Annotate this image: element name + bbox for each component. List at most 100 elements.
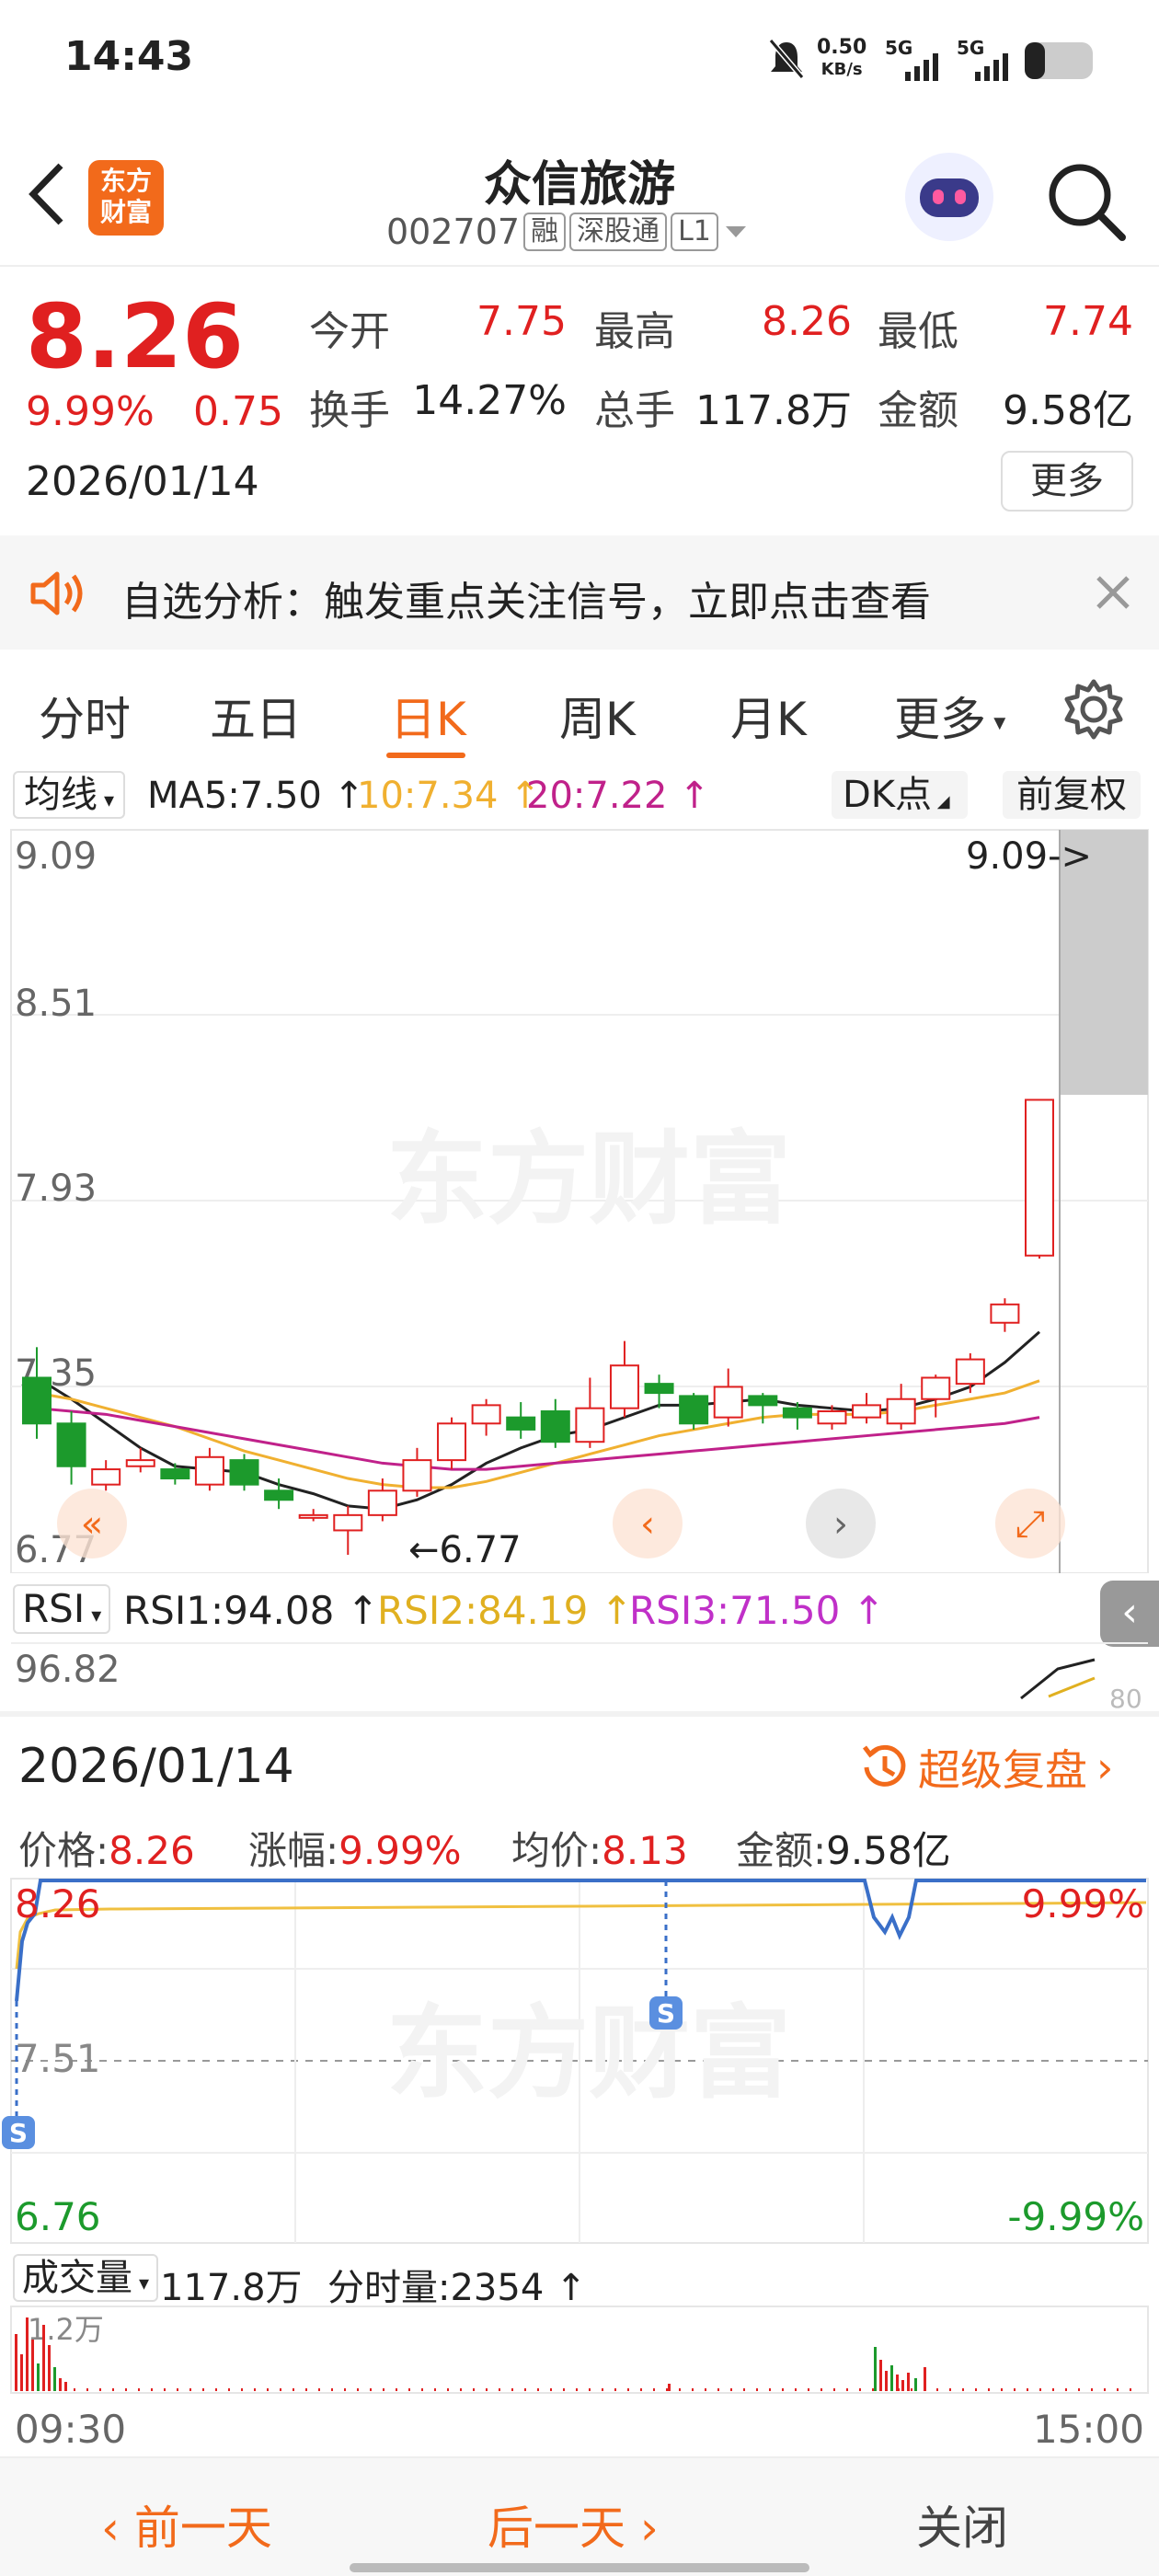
close-icon[interactable] [1095,574,1131,611]
home-indicator [350,2563,809,2572]
robot-assistant-icon[interactable] [905,153,993,241]
tab-weekly-k[interactable]: 周K [559,683,636,749]
rsi-lines: 80 [11,1642,1148,1711]
rsi-select[interactable]: RSI ▾ [13,1584,111,1634]
volume-tick-mark [1130,2388,1131,2391]
candle-body [644,1383,674,1395]
volume-tick-mark [1052,2388,1054,2391]
volume-tick-mark [524,2388,526,2391]
next-day-button[interactable]: 后一天 › [488,2491,659,2558]
volume-tick-mark [640,2388,642,2391]
volume-tick-mark [280,2388,281,2391]
prev-day-button[interactable]: ‹ 前一天 [101,2491,272,2558]
tag-margin: 融 [523,213,567,251]
candle-body [264,1489,294,1501]
volume-tick-mark [1104,2388,1106,2391]
notice-text: 自选分析：触发重点关注信号，立即点击查看 [121,579,931,626]
stock-header: 东方 财富 众信旅游 002707 融 深股通 L1 [0,129,1159,267]
collapse-panel-button[interactable]: ‹ [1100,1581,1159,1647]
y-label-2: 8.51 [15,983,97,1025]
dk-point-button[interactable]: DK点 ◢ [832,771,968,819]
more-quote-button[interactable]: 更多 [1001,451,1133,512]
status-time: 14:43 [64,33,194,80]
tab-monthly-k[interactable]: 月K [730,683,807,749]
candle-body [194,1455,224,1486]
volume-tick-mark [370,2388,372,2391]
volume-bar-mark [31,2340,34,2391]
volume-tick-mark [820,2388,822,2391]
mute-bell-icon [768,39,805,79]
open-label: 今开 [309,308,390,355]
high-value: 8.26 [762,298,852,345]
tab-five-day[interactable]: 五日 [210,683,302,749]
candle-body [575,1407,605,1443]
super-replay-link[interactable]: 超级复盘 › [857,1737,1113,1798]
search-icon[interactable] [1045,160,1128,243]
kline-chart[interactable]: 东方财富 9.09 8.51 7.93 7.35 6.77 9.09-> ←6.… [0,828,1159,1574]
volume-bar-mark [907,2373,910,2391]
volume-tick-mark [692,2388,694,2391]
high-label: 最高 [594,308,675,355]
volume-tick-mark [627,2388,629,2391]
close-button[interactable]: 关闭 [916,2491,1008,2558]
dropdown-triangle-icon[interactable] [722,223,750,241]
volume-tick-mark [1117,2388,1119,2391]
chart-nav-controls: « ‹ › ⤢ [57,1489,1065,1558]
volume-tick-mark [795,2388,797,2391]
rsi-chart: 96.82 80 [0,1641,1159,1711]
status-bar: 14:43 0.50 KB/s 5G 5G [0,0,1159,129]
detail-amount: 金额:9.58亿 [736,1828,951,1873]
max-price-marker: 9.09-> [966,835,1092,878]
settings-gear-icon[interactable] [1061,677,1126,742]
volume-tick-mark [241,2388,243,2391]
volume-total: 117.8万 [160,2267,303,2309]
detail-date: 2026/01/14 [18,1739,294,1794]
volume-tick-mark [833,2388,835,2391]
intraday-chart[interactable]: 东方财富 S S 8.26 7.51 6.76 9.99% -9.99% [0,1877,1159,2245]
volume-tick-mark [215,2388,217,2391]
candle-body [367,1489,397,1516]
volume-tick-mark [743,2388,745,2391]
tab-daily-k[interactable]: 日K [390,683,466,749]
candle-body [955,1358,985,1386]
volume-tick-mark [357,2388,359,2391]
candle-body [782,1407,812,1419]
volume-select[interactable]: 成交量 ▾ [13,2254,159,2302]
rsi3-value: RSI3:71.50 ↑ [629,1588,885,1633]
rsi1-value: RSI1:94.08 ↑ [123,1588,379,1633]
volume-tick-mark [473,2388,475,2391]
volume-tick-mark [177,2388,178,2391]
intraday-watermark: 东方财富 [386,1995,791,2112]
volume-bar-mark [42,2325,45,2391]
volume-tick-mark [1001,2388,1003,2391]
volume-tick-mark [679,2388,681,2391]
volume-tick-mark [254,2388,256,2391]
current-price: 8.26 [26,285,244,388]
volume-bar-mark [20,2354,23,2391]
rsi-edge-label: 80 [1109,1684,1142,1711]
volume-tick-mark [383,2388,384,2391]
volume-tick-mark [859,2388,861,2391]
tick-volume: 分时量:2354 ↑ [327,2267,587,2309]
volume-tick-mark [151,2388,153,2391]
volume-tick-mark [705,2388,706,2391]
indicator-select[interactable]: 均线 ▾ [13,771,126,819]
kline-chart-svg: 东方财富 9.09 8.51 7.93 7.35 6.77 9.09-> ←6.… [10,829,1149,1574]
volume-tick-mark [112,2388,114,2391]
tab-intraday[interactable]: 分时 [39,683,131,749]
scroll-start-icon: « [81,1503,103,1546]
volume-bar-mark [59,2378,62,2391]
volume-tick-mark [962,2388,964,2391]
volume-tick-mark [293,2388,294,2391]
price-line [15,1879,1146,2002]
volume-tick-mark [396,2388,397,2391]
volume-bar-mark [668,2384,671,2391]
volume-tick-mark [1078,2388,1080,2391]
adjust-button[interactable]: 前复权 [1003,771,1141,819]
tab-more[interactable]: 更多 ▾ [894,683,1005,749]
volume-tick-mark [1065,2388,1067,2391]
analysis-notice-banner[interactable]: 自选分析：触发重点关注信号，立即点击查看 [0,535,1159,650]
volume-tick-mark [267,2388,269,2391]
volume-bar-mark [874,2347,877,2391]
candle-body [886,1397,916,1425]
